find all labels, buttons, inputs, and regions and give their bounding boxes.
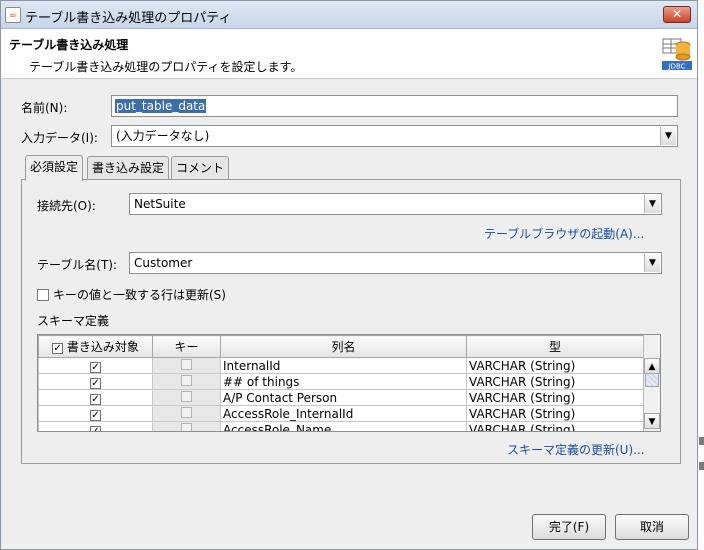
input-data-select[interactable]: (入力データなし) ▼ — [111, 125, 678, 147]
update-matching-label: キーの値と一致する行は更新(S) — [53, 288, 226, 302]
checkbox-disabled-icon — [181, 358, 192, 370]
update-matching-checkbox[interactable]: キーの値と一致する行は更新(S) — [37, 286, 226, 303]
scroll-down-icon[interactable]: ▼ — [644, 413, 660, 429]
table-browser-link[interactable]: テーブルブラウザの起動(A)... — [484, 225, 644, 242]
column-name-cell: InternalId — [220, 357, 467, 374]
background-edge-mark — [699, 437, 704, 445]
checkbox-checked-icon[interactable]: ✓ — [52, 343, 64, 354]
checkbox-disabled-icon — [181, 374, 192, 386]
column-name-cell: AccessRole_Name — [220, 421, 467, 431]
background-edge-mark — [699, 462, 704, 470]
checkbox-disabled-icon — [181, 406, 192, 418]
scroll-thumb[interactable] — [645, 373, 659, 387]
column-header-type[interactable]: 型 — [466, 335, 644, 358]
column-type-cell: VARCHAR (String) — [466, 373, 644, 390]
schema-update-link[interactable]: スキーマ定義の更新(U)... — [507, 441, 645, 458]
column-header-write-label: 書き込み対象 — [66, 340, 139, 354]
table-name-select[interactable]: Customer ▼ — [129, 252, 662, 274]
table-row[interactable]: ✓ ## of things VARCHAR (String) — [38, 373, 644, 390]
column-header-name[interactable]: 列名 — [220, 335, 467, 358]
column-type-cell: VARCHAR (String) — [466, 389, 644, 406]
checkbox-disabled-icon — [181, 390, 192, 402]
name-label: 名前(N): — [21, 101, 68, 115]
write-cell[interactable]: ✓ — [38, 405, 153, 422]
column-type-cell: VARCHAR (String) — [466, 357, 644, 374]
header-panel: テーブル書き込み処理 テーブル書き込み処理のプロパティを設定します。 JDBC — [1, 29, 697, 79]
connection-select[interactable]: NetSuite ▼ — [129, 193, 662, 215]
checkbox-checked-icon[interactable]: ✓ — [90, 425, 101, 431]
checkbox-checked-icon[interactable]: ✓ — [90, 361, 101, 373]
column-name-cell: AccessRole_InternalId — [220, 405, 467, 422]
finish-button[interactable]: 完了(F) — [532, 514, 606, 540]
write-cell[interactable]: ✓ — [38, 421, 153, 431]
window-title: テーブル書き込み処理のプロパティ — [25, 11, 232, 26]
table-row[interactable]: ✓ AccessRole_InternalId VARCHAR (String) — [38, 405, 644, 422]
jdbc-icon: JDBC — [662, 38, 692, 71]
column-name-cell: A/P Contact Person — [220, 389, 467, 406]
key-cell — [152, 373, 221, 390]
write-cell[interactable]: ✓ — [38, 373, 153, 390]
column-name-cell: ## of things — [220, 373, 467, 390]
name-input[interactable]: put_table_data — [111, 95, 678, 117]
table-row[interactable]: ✓ InternalId VARCHAR (String) — [38, 357, 644, 374]
schema-scrollbar[interactable]: ▲ ▼ — [643, 335, 660, 431]
key-cell — [152, 357, 221, 374]
input-data-value: (入力データなし) — [116, 129, 210, 143]
key-cell — [152, 389, 221, 406]
tab-required[interactable]: 必須設定 — [25, 155, 84, 181]
table-row[interactable]: ✓ A/P Contact Person VARCHAR (String) — [38, 389, 644, 406]
checkbox-checked-icon[interactable]: ✓ — [90, 393, 101, 405]
column-header-key[interactable]: キー — [152, 335, 221, 358]
schema-label: スキーマ定義 — [37, 314, 110, 328]
checkbox-checked-icon[interactable]: ✓ — [90, 409, 101, 421]
connection-value: NetSuite — [134, 197, 186, 211]
schema-grid: ✓ 書き込み対象 キー 列名 型 ✓ InternalId VARCHAR (S… — [38, 335, 644, 431]
java-app-icon: ☕ — [5, 7, 21, 23]
close-button[interactable]: ✕ — [663, 6, 691, 23]
jdbc-icon-label: JDBC — [667, 63, 685, 71]
scroll-up-icon[interactable]: ▲ — [644, 358, 660, 374]
checkbox-icon[interactable] — [37, 289, 49, 301]
write-cell[interactable]: ✓ — [38, 357, 153, 374]
name-input-value: put_table_data — [115, 99, 207, 113]
title-bar[interactable]: ☕ テーブル書き込み処理のプロパティ ✕ — [1, 1, 697, 29]
checkbox-checked-icon[interactable]: ✓ — [90, 377, 101, 389]
table-name-label: テーブル名(T): — [37, 258, 118, 272]
key-cell — [152, 405, 221, 422]
column-type-cell: VARCHAR (String) — [466, 405, 644, 422]
column-type-cell: VARCHAR (String) — [466, 421, 644, 431]
header-description: テーブル書き込み処理のプロパティを設定します。 — [29, 60, 303, 74]
chevron-down-icon[interactable]: ▼ — [644, 195, 660, 213]
write-cell[interactable]: ✓ — [38, 389, 153, 406]
input-data-label: 入力データ(I): — [21, 131, 98, 145]
header-title: テーブル書き込み処理 — [9, 38, 129, 52]
connection-label: 接続先(O): — [37, 199, 96, 213]
key-cell — [152, 421, 221, 431]
table-name-value: Customer — [134, 256, 193, 270]
chevron-down-icon[interactable]: ▼ — [644, 254, 660, 272]
table-row[interactable]: ✓ AccessRole_Name VARCHAR (String) — [38, 421, 644, 431]
tab-comment[interactable]: コメント — [171, 156, 230, 180]
column-header-write[interactable]: ✓ 書き込み対象 — [38, 335, 153, 358]
checkbox-disabled-icon — [181, 422, 192, 431]
cancel-button[interactable]: 取消 — [615, 514, 689, 540]
dialog-window: ☕ テーブル書き込み処理のプロパティ ✕ テーブル書き込み処理 テーブル書き込み… — [0, 0, 698, 550]
schema-table: ✓ 書き込み対象 キー 列名 型 ✓ InternalId VARCHAR (S… — [37, 334, 661, 432]
chevron-down-icon[interactable]: ▼ — [660, 127, 676, 145]
tab-write-settings[interactable]: 書き込み設定 — [87, 156, 170, 180]
